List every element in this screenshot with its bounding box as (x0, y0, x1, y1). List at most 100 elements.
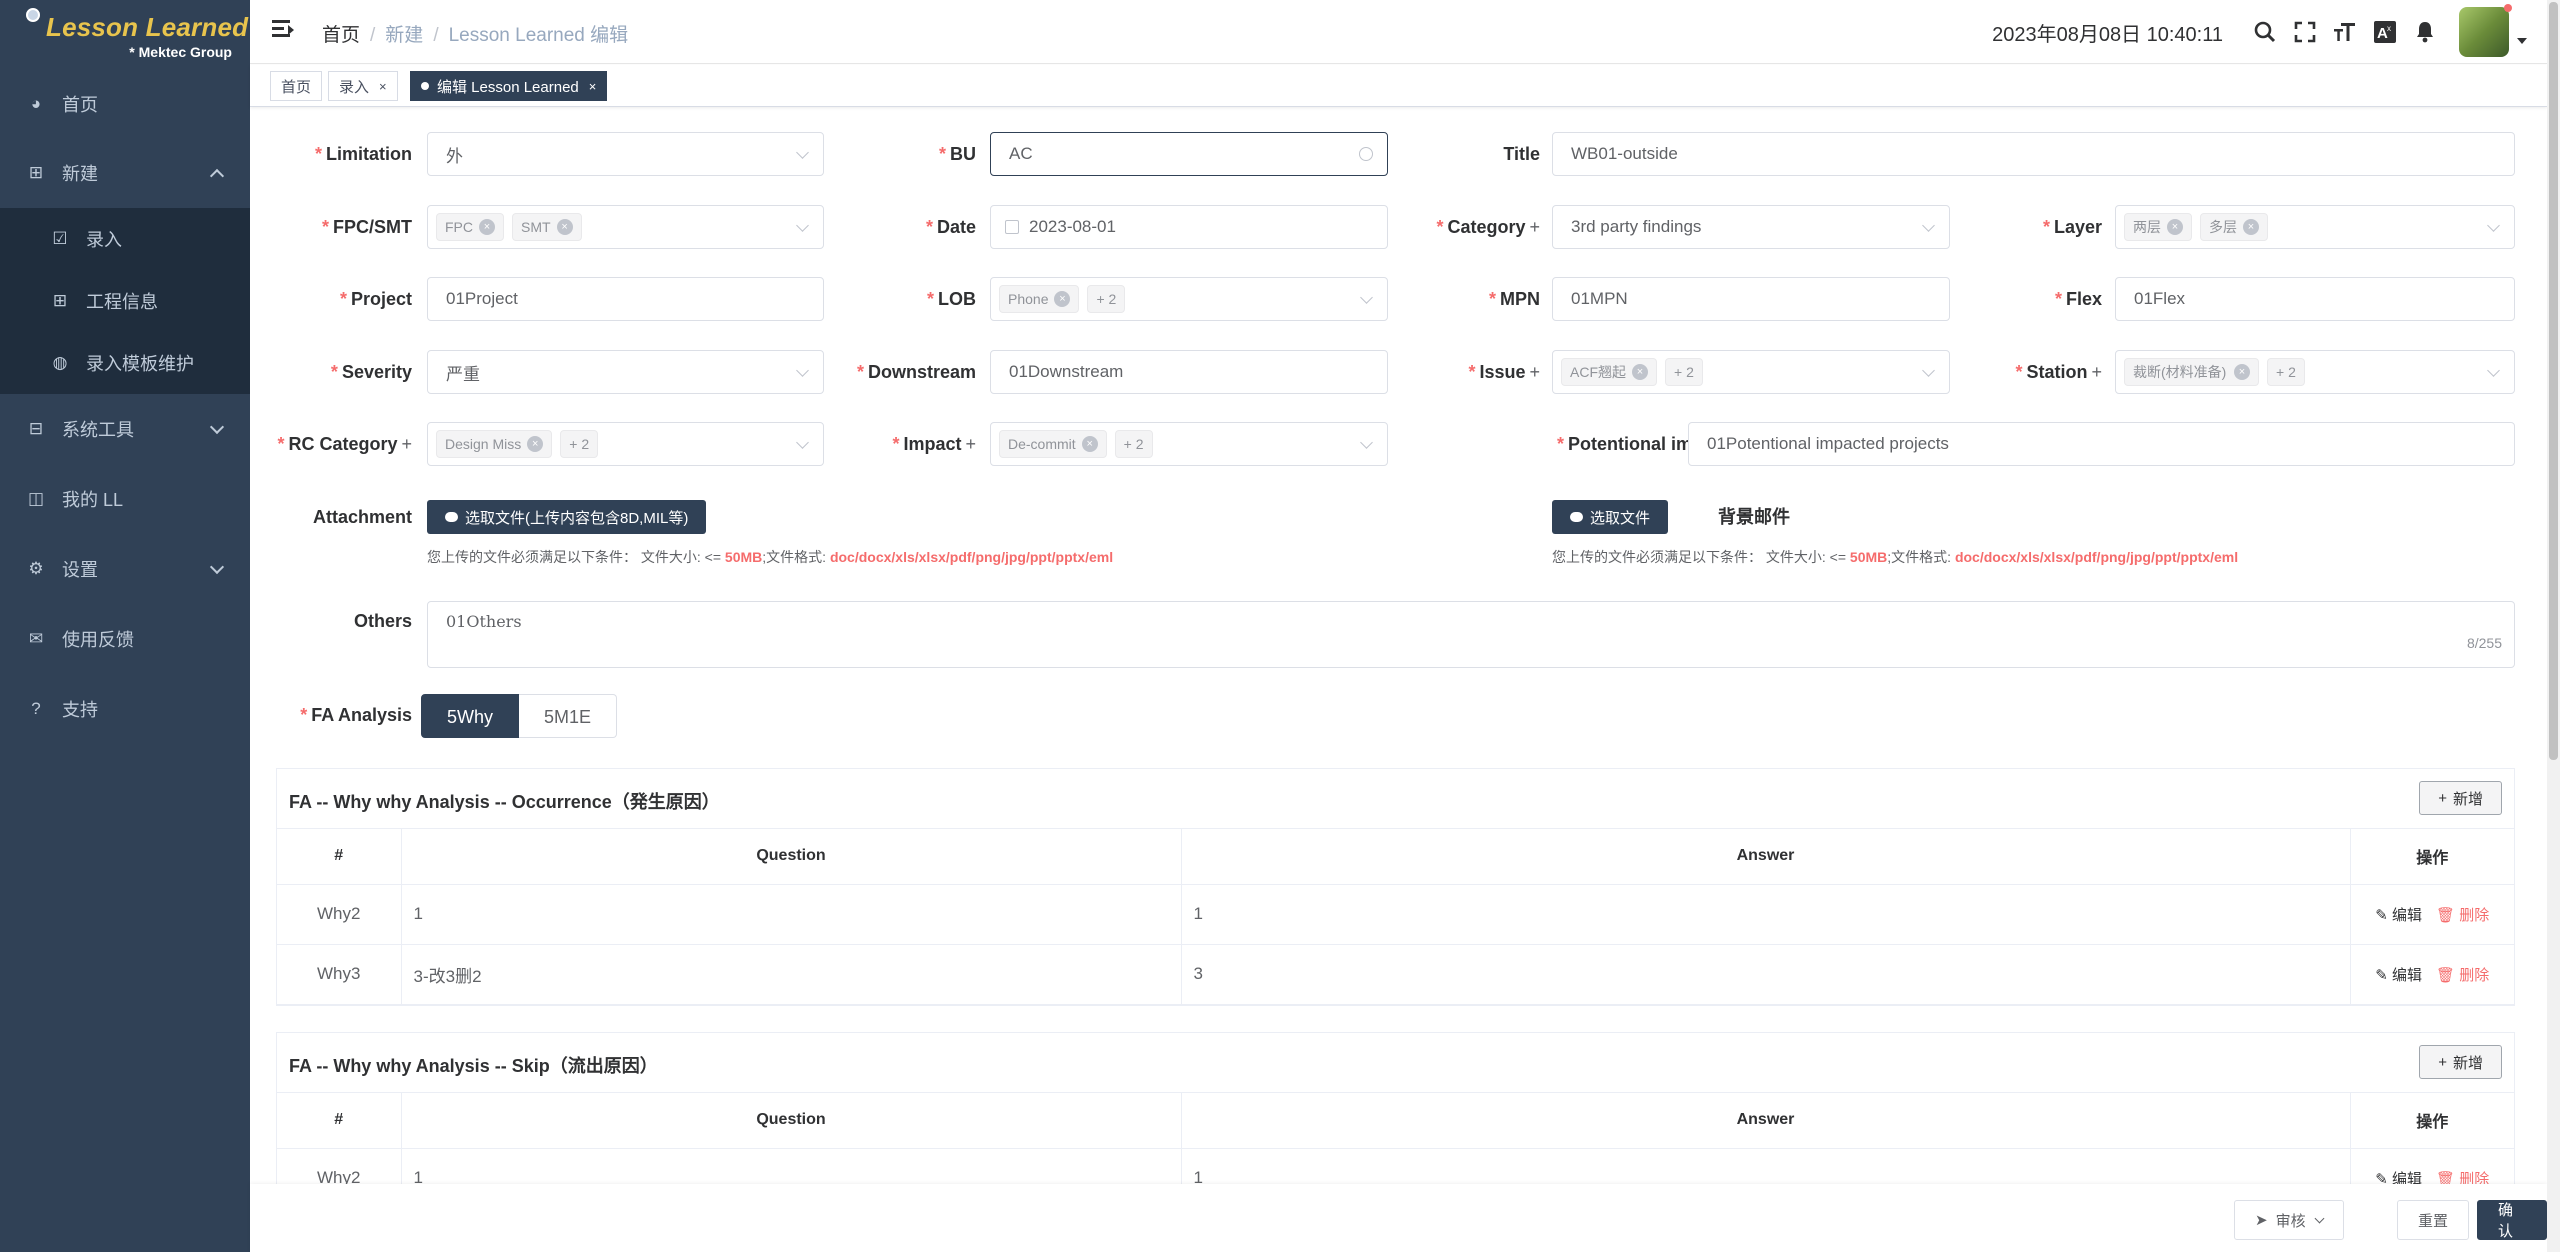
station-select[interactable]: 裁断(材料准备) × + 2 (2115, 350, 2515, 394)
sidebar-item-support[interactable]: ? 支持 (0, 674, 250, 744)
sidebar-item-my-ll[interactable]: ◫ 我的 LL (0, 464, 250, 534)
avatar[interactable] (2459, 4, 2512, 57)
impact-select[interactable]: De-commit × + 2 (990, 422, 1388, 466)
potential-projects-input[interactable]: 01Potentional impacted projects (1688, 422, 2515, 466)
skip-title: FA -- Why why Analysis -- Skip（流出原因） (289, 1056, 658, 1076)
tag-entry[interactable]: 录入 × (328, 71, 398, 101)
layer-select[interactable]: 两层 × 多层 × (2115, 205, 2515, 249)
rc-category-label: * RC Category + (277, 434, 412, 454)
fpc-smt-select[interactable]: FPC × SMT × (427, 205, 824, 249)
bell-icon[interactable] (2412, 19, 2438, 45)
date-picker[interactable]: 2023-08-01 (990, 205, 1388, 249)
flex-input[interactable]: 01Flex (2115, 277, 2515, 321)
chip-close-icon[interactable]: × (1081, 436, 1098, 452)
font-size-icon[interactable] (2332, 19, 2358, 45)
chip-close-icon[interactable]: × (1632, 364, 1648, 380)
mail-tip: 您上传的文件必须满足以下条件： 文件大小: <= 50MB;文件格式: doc/… (1552, 549, 2239, 565)
tag-edit-lesson[interactable]: 编辑 Lesson Learned × (410, 71, 608, 101)
sidebar-item-new[interactable]: ⊞ 新建 (0, 138, 250, 208)
upload-mail-button[interactable]: 选取文件 (1552, 500, 1669, 534)
bu-select[interactable]: AC (990, 132, 1388, 176)
clear-icon[interactable] (1359, 147, 1373, 161)
fa-option-5m1e[interactable]: 5M1E (519, 694, 618, 738)
rc-category-select[interactable]: Design Miss × + 2 (427, 422, 824, 466)
caret-down-icon[interactable] (2517, 38, 2527, 44)
title-input[interactable]: WB01-outside (1552, 132, 2515, 176)
chip-close-icon[interactable]: × (479, 219, 495, 235)
delete-button[interactable]: 🗑 删除 (2436, 967, 2489, 984)
downstream-input[interactable]: 01Downstream (990, 350, 1388, 394)
others-textarea[interactable]: 01Others 8/255 (427, 601, 2515, 668)
project-input[interactable]: 01Project (427, 277, 824, 321)
chip-close-icon[interactable]: × (2234, 364, 2250, 380)
delete-button[interactable]: 🗑 删除 (2436, 907, 2489, 924)
lob-select[interactable]: Phone × + 2 (990, 277, 1388, 321)
row-answer: 1 (1181, 884, 2351, 945)
chip: ACF翘起 × (1561, 358, 1657, 386)
sidebar-item-label: 设置 (62, 560, 98, 580)
chip-close-icon[interactable]: × (2167, 219, 2183, 235)
chip-close-icon[interactable]: × (2243, 219, 2259, 235)
fa-analysis-label: * FA Analysis (300, 705, 412, 725)
sidebar-item-template-maintenance[interactable]: ◍ 录入模板维护 (0, 332, 250, 394)
chevron-down-icon (796, 219, 809, 232)
chip-close-icon[interactable]: × (527, 436, 544, 452)
sidebar-item-entry[interactable]: ☑ 录入 (0, 208, 250, 270)
limitation-select[interactable]: 外 (427, 132, 824, 176)
scrollbar-thumb[interactable] (2549, 2, 2558, 760)
column-header: 操作 (2350, 1093, 2514, 1149)
station-label: * Station + (2015, 362, 2102, 382)
column-header: Answer (1181, 1093, 2351, 1149)
column-header: # (277, 829, 402, 885)
hamburger-icon[interactable] (272, 20, 294, 40)
reset-button[interactable]: 重置 (2397, 1200, 2470, 1240)
sidebar-item-engineering-info[interactable]: ⊞ 工程信息 (0, 270, 250, 332)
breadcrumb-home[interactable]: 首页 (322, 25, 360, 46)
chip: 裁断(材料准备) × (2124, 358, 2259, 386)
sidebar-item-label: 录入模板维护 (86, 354, 194, 374)
edit-button[interactable]: ✎ 编辑 (2375, 907, 2422, 924)
breadcrumb-current: Lesson Learned 编辑 (448, 25, 629, 46)
logo-title: Lesson Learned (46, 12, 249, 42)
chip-close-icon[interactable]: × (556, 219, 573, 235)
sidebar-item-home[interactable]: ◕ 首页 (0, 70, 250, 138)
scrollbar[interactable] (2547, 0, 2560, 1252)
category-label: * Category + (1436, 217, 1540, 237)
edit-button[interactable]: ✎ 编辑 (2375, 967, 2422, 984)
fa-option-5why[interactable]: 5Why (421, 694, 520, 738)
translate-icon[interactable]: Ax (2372, 19, 2398, 45)
category-select[interactable]: 3rd party findings (1552, 205, 1950, 249)
close-icon[interactable]: × (589, 79, 597, 94)
issue-select[interactable]: ACF翘起 × + 2 (1552, 350, 1950, 394)
chevron-down-icon (1360, 436, 1373, 449)
confirm-button[interactable]: 确认 (2477, 1200, 2547, 1240)
add-occurrence-button[interactable]: + 新增 (2419, 781, 2502, 815)
date-value: 2023-08-01 (1029, 217, 1116, 236)
main-content: * Limitation 外 * BU AC Title WB01-outside … (250, 108, 2547, 1252)
chevron-down-icon (1922, 364, 1935, 377)
close-icon[interactable]: × (379, 79, 387, 94)
search-icon[interactable] (2252, 19, 2278, 45)
datetime-display: 2023年08月08日 10:40:11 (1992, 23, 2223, 46)
fullscreen-icon[interactable] (2292, 19, 2318, 45)
chip-close-icon[interactable]: × (1054, 291, 1071, 307)
bu-label: * BU (938, 144, 976, 164)
globe-logo-icon (26, 8, 40, 22)
date-label: * Date (925, 217, 976, 237)
issue-label: * Issue + (1468, 362, 1540, 382)
table-icon: ⊞ (28, 163, 44, 182)
chip-more: + 2 (2267, 358, 2305, 386)
sidebar-item-settings[interactable]: ⚙ 设置 (0, 534, 250, 604)
severity-select[interactable]: 严重 (427, 350, 824, 394)
sidebar-item-feedback[interactable]: ✉ 使用反馈 (0, 604, 250, 674)
sidebar-item-label: 工程信息 (86, 292, 158, 312)
upload-attachment-button[interactable]: 选取文件(上传内容包含8D,MIL等) (427, 500, 707, 534)
add-skip-button[interactable]: + 新增 (2419, 1045, 2502, 1079)
toolbox-icon: ⊟ (28, 419, 44, 438)
sidebar-item-system-tools[interactable]: ⊟ 系统工具 (0, 394, 250, 464)
mpn-input[interactable]: 01MPN (1552, 277, 1950, 321)
project-label: * Project (339, 289, 412, 309)
attachment-label: Attachment (312, 507, 412, 527)
tag-home[interactable]: 首页 (270, 71, 323, 101)
review-dropdown-button[interactable]: ➤ 审核 (2234, 1200, 2344, 1240)
